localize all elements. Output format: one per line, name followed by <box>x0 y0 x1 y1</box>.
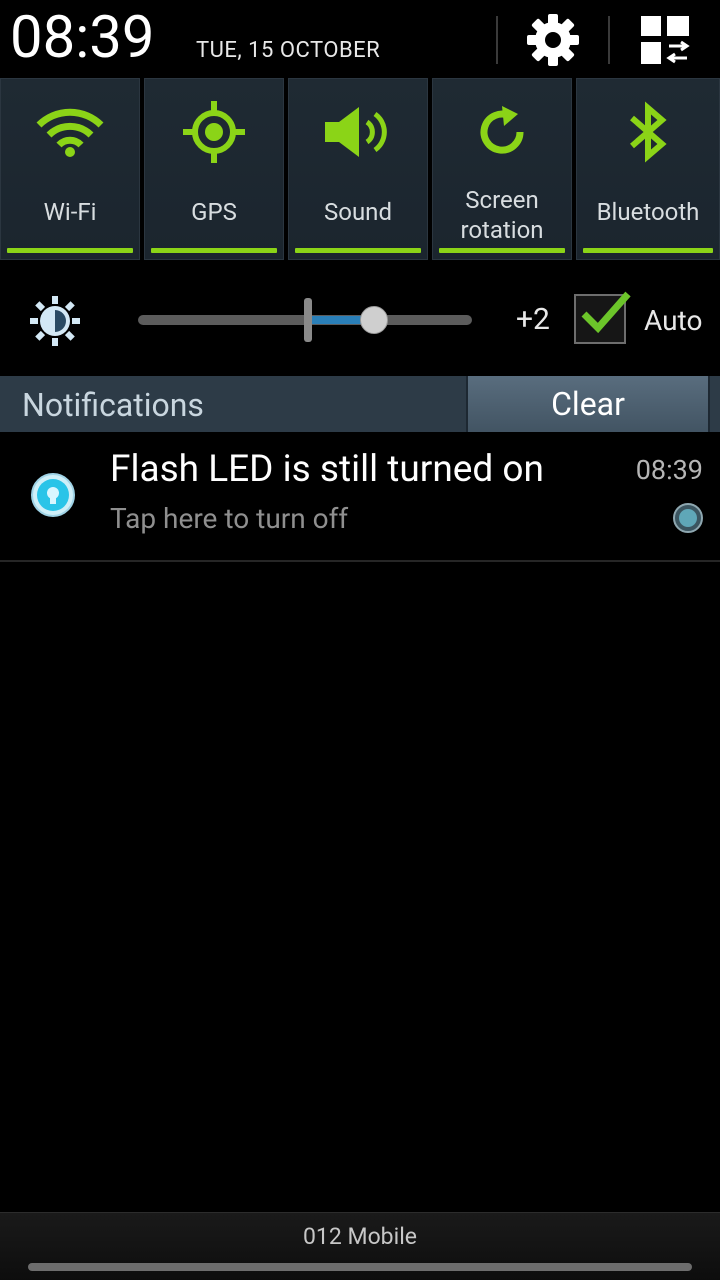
toggle-screen-rotation[interactable]: Screen rotation <box>432 78 572 260</box>
notification-time: 08:39 <box>635 454 703 486</box>
toggle-bluetooth[interactable]: Bluetooth <box>576 78 720 260</box>
brightness-slider-center-mark <box>304 298 312 342</box>
notification-subtitle: Tap here to turn off <box>110 502 349 535</box>
toggle-label: GPS <box>191 198 237 226</box>
checkmark-icon <box>581 291 631 334</box>
toggle-indicator <box>151 248 277 253</box>
carrier-label: 012 Mobile <box>303 1223 417 1250</box>
date: TUE, 15 OCTOBER <box>196 38 381 63</box>
toggle-label: Wi-Fi <box>43 198 97 226</box>
header-divider <box>608 16 610 64</box>
auto-brightness-label: Auto <box>644 304 703 337</box>
clock: 08:39 <box>10 4 155 72</box>
wifi-icon <box>36 108 104 157</box>
toggle-gps[interactable]: GPS <box>144 78 284 260</box>
toggle-indicator <box>295 248 421 253</box>
gps-icon <box>183 101 245 163</box>
toggle-wifi[interactable]: Wi-Fi <box>0 78 140 260</box>
screen-rotation-icon <box>480 106 524 154</box>
auto-brightness-checkbox[interactable] <box>574 291 631 344</box>
gear-icon <box>527 14 579 66</box>
brightness-value: +2 <box>516 302 550 337</box>
toggle-label: Screen rotation <box>433 185 571 245</box>
brightness-icon <box>30 296 80 346</box>
toggle-indicator <box>583 248 713 253</box>
notifications-title: Notifications <box>22 386 204 424</box>
toggle-indicator <box>7 248 133 253</box>
panel-drag-handle[interactable] <box>28 1263 692 1271</box>
notification-panel: 08:39 TUE, 15 OCTOBER Wi-Fi GPS Sound Sc… <box>0 0 720 1280</box>
toggle-label: Sound <box>324 198 392 226</box>
flashlight-icon <box>31 473 75 517</box>
clear-button[interactable]: Clear <box>466 376 710 432</box>
bluetooth-icon <box>630 101 667 163</box>
toggle-label: Bluetooth <box>596 198 700 226</box>
toggle-indicator <box>439 248 565 253</box>
toggle-sound[interactable]: Sound <box>288 78 428 260</box>
panel-header: 08:39 TUE, 15 OCTOBER <box>0 0 720 78</box>
quick-settings: Wi-Fi GPS Sound Screen rotation Bluetoot… <box>0 78 720 262</box>
toggle-label-line1: Screen <box>465 186 539 214</box>
settings-button[interactable] <box>508 6 598 74</box>
grid-swap-icon <box>641 16 690 64</box>
header-divider <box>496 16 498 64</box>
notification-item[interactable]: Flash LED is still turned on Tap here to… <box>0 432 720 562</box>
notifications-header: Notifications Clear <box>0 376 720 432</box>
notification-title: Flash LED is still turned on <box>110 448 544 491</box>
quick-settings-edit-button[interactable] <box>620 6 710 74</box>
toggle-label-line2: rotation <box>460 216 544 244</box>
sound-icon <box>325 107 387 157</box>
carrier-bar: 012 Mobile <box>0 1212 720 1280</box>
brightness-slider-knob[interactable] <box>360 306 388 334</box>
flashlight-small-icon <box>673 503 703 533</box>
brightness-control: +2 Auto <box>0 262 720 376</box>
divider <box>0 560 720 562</box>
